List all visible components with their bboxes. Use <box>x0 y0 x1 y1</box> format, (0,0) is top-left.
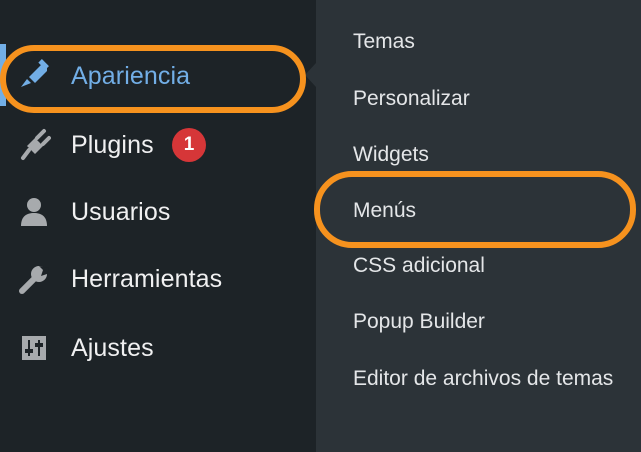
sidebar-item-label: Ajustes <box>71 333 154 362</box>
highlight-apariencia <box>0 45 306 113</box>
submenu-item-personalizar[interactable]: Personalizar <box>353 80 470 118</box>
submenu-pointer <box>305 63 316 87</box>
sliders-icon <box>16 330 52 366</box>
update-count-badge: 1 <box>172 128 206 162</box>
sidebar-item-ajustes[interactable]: Ajustes <box>0 320 316 376</box>
submenu-item-popup-builder[interactable]: Popup Builder <box>353 303 485 341</box>
sidebar-item-herramientas[interactable]: Herramientas <box>0 251 316 307</box>
sidebar-item-label: Herramientas <box>71 264 223 293</box>
sidebar-item-plugins[interactable]: Plugins 1 <box>0 117 316 173</box>
submenu-item-editor-archivos-temas[interactable]: Editor de archivos de temas <box>353 357 623 401</box>
wrench-icon <box>16 261 52 297</box>
sidebar-item-label: Plugins <box>71 130 154 159</box>
sidebar-item-label: Usuarios <box>71 197 171 226</box>
plug-icon <box>16 127 52 163</box>
submenu-item-temas[interactable]: Temas <box>353 23 415 61</box>
submenu-item-widgets[interactable]: Widgets <box>353 136 429 174</box>
sidebar-item-usuarios[interactable]: Usuarios <box>0 184 316 240</box>
user-icon <box>16 194 52 230</box>
highlight-menus <box>314 171 636 248</box>
submenu-item-css-adicional[interactable]: CSS adicional <box>353 247 485 285</box>
